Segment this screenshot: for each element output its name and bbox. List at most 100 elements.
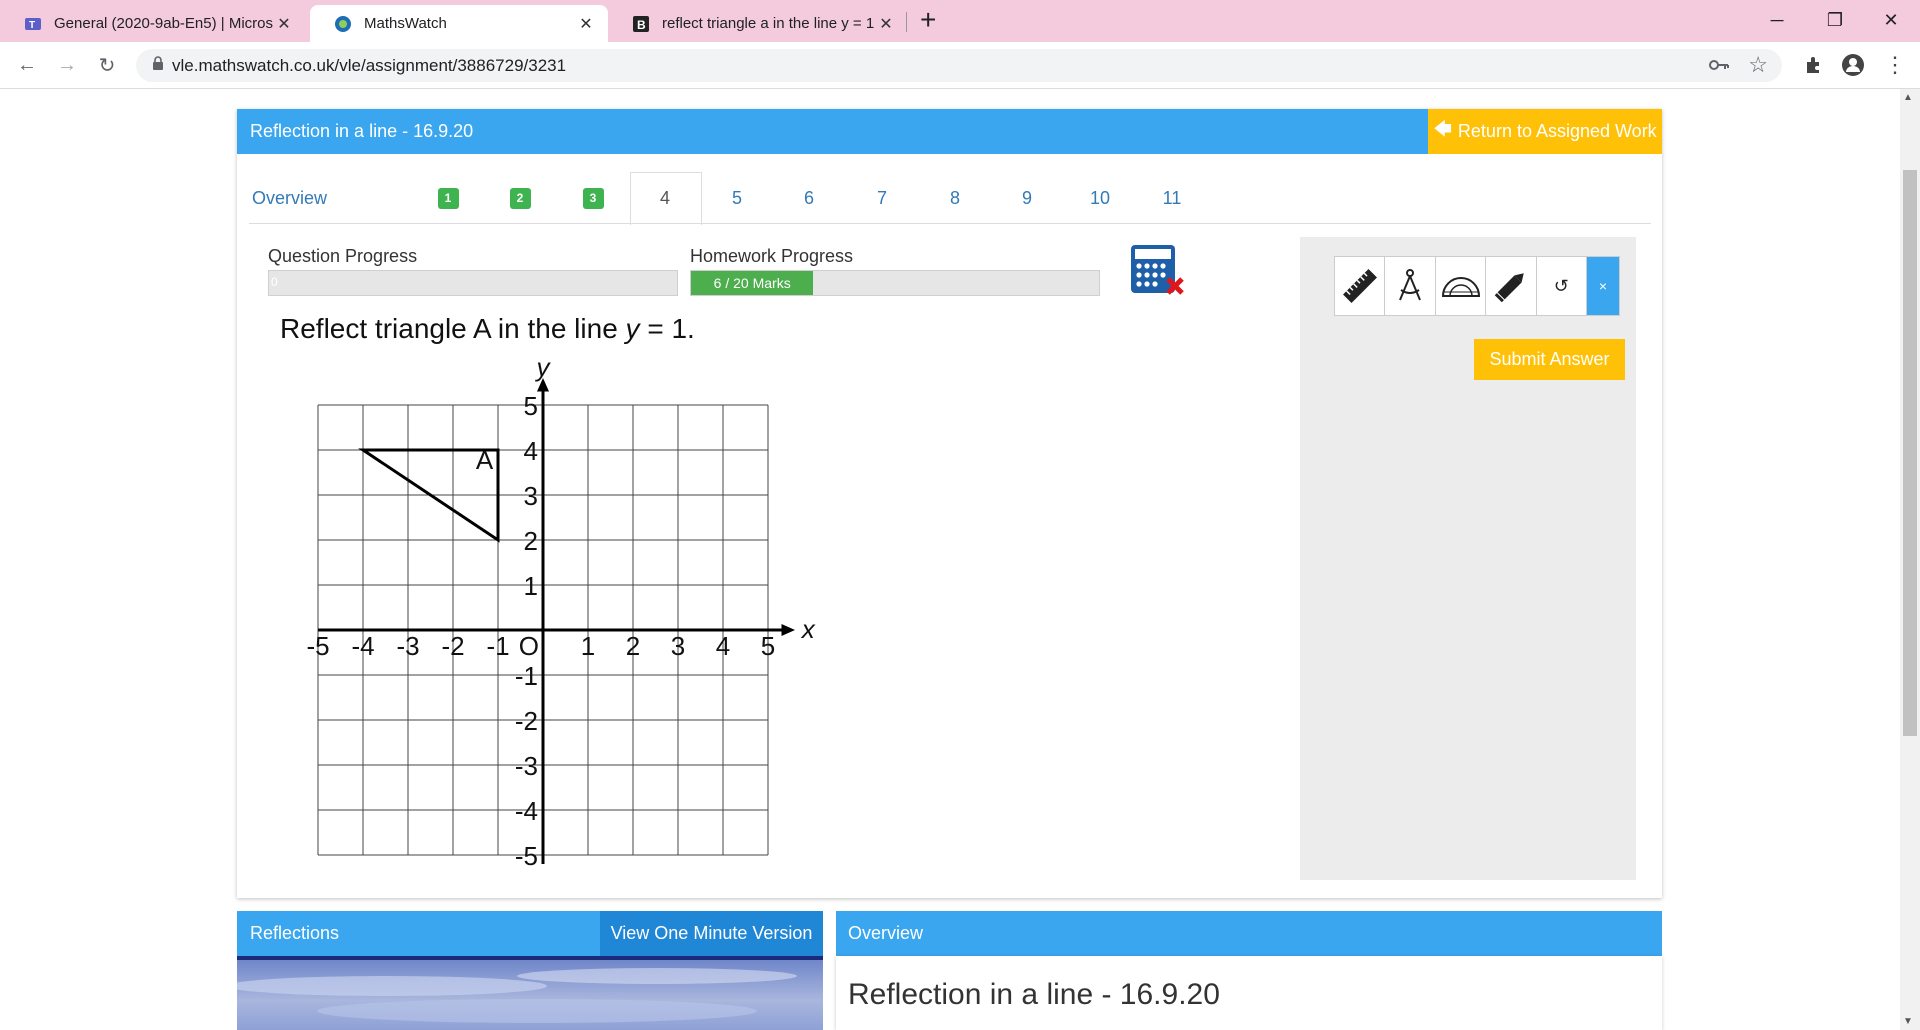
- tab-divider-line: [249, 223, 1651, 224]
- teams-icon: T: [24, 15, 42, 33]
- triangle-a: A: [358, 445, 500, 543]
- new-tab-button[interactable]: +: [920, 4, 936, 36]
- window-close-icon[interactable]: ✕: [1862, 0, 1920, 40]
- address-bar[interactable]: vle.mathswatch.co.uk/vle/assignment/3886…: [136, 49, 1782, 82]
- assignment-title: Reflection in a line - 16.9.20: [250, 121, 474, 141]
- y-tick-label: 5: [524, 391, 538, 421]
- x-tick-label: 2: [626, 631, 640, 661]
- pencil-icon[interactable]: [1486, 257, 1537, 315]
- return-to-assigned-work-button[interactable]: 🡄 Return to Assigned Work: [1428, 109, 1662, 154]
- x-tick-label: -5: [306, 631, 329, 661]
- scroll-up-icon[interactable]: ▲: [1903, 92, 1913, 103]
- done-badge: 3: [582, 187, 604, 209]
- y-tick-label: 3: [524, 481, 538, 511]
- x-tick-label: -3: [396, 631, 419, 661]
- tab-title: reflect triangle a in the line y = 1: [662, 15, 875, 32]
- url-text: vle.mathswatch.co.uk/vle/assignment/3886…: [172, 55, 567, 75]
- mathswatch-icon: [334, 15, 352, 33]
- drawing-toolbar: ↺ ×: [1334, 256, 1620, 316]
- key-icon[interactable]: [1708, 55, 1730, 80]
- reload-icon[interactable]: ↻: [92, 50, 122, 80]
- done-badge: 1: [437, 187, 459, 209]
- origin-label: O: [519, 631, 539, 661]
- browser-tab-teams[interactable]: T General (2020-9ab-En5) | Micros ✕: [0, 5, 306, 42]
- forward-icon[interactable]: →: [52, 50, 82, 80]
- back-icon[interactable]: ←: [12, 50, 42, 80]
- restore-icon[interactable]: ❐: [1806, 0, 1864, 40]
- tab-question-9[interactable]: 9: [1012, 178, 1042, 218]
- lock-icon: [152, 56, 164, 75]
- browser-tab-mathswatch[interactable]: MathsWatch ✕: [310, 5, 608, 42]
- return-label: Return to Assigned Work: [1457, 121, 1657, 141]
- drawing-tools-panel: [1300, 237, 1636, 880]
- scrollbar-thumb[interactable]: [1903, 170, 1917, 736]
- tab-question-6[interactable]: 6: [794, 178, 824, 218]
- y-tick-label: -2: [515, 706, 538, 736]
- homework-progress-bar: 6 / 20 Marks: [690, 270, 1100, 296]
- close-tab-icon[interactable]: ✕: [878, 14, 894, 34]
- protractor-icon[interactable]: [1436, 257, 1487, 315]
- browser-toolbar: ← → ↻ vle.mathswatch.co.uk/vle/assignmen…: [0, 42, 1920, 89]
- close-tab-icon[interactable]: ✕: [578, 14, 594, 34]
- tab-question-3[interactable]: 3: [578, 178, 608, 218]
- ruler-icon[interactable]: [1335, 257, 1386, 315]
- question-progress-value: 0: [271, 275, 278, 289]
- tab-question-4[interactable]: 4: [640, 178, 690, 218]
- browser-tab-strip: T General (2020-9ab-En5) | Micros ✕ Math…: [0, 0, 1920, 42]
- x-tick-label: -2: [441, 631, 464, 661]
- video-player[interactable]: [237, 956, 823, 1030]
- tab-question-5[interactable]: 5: [722, 178, 752, 218]
- tab-overview[interactable]: Overview: [252, 178, 336, 218]
- bing-icon: B: [632, 15, 650, 33]
- compass-icon[interactable]: [1385, 257, 1436, 315]
- x-tick-label: 4: [716, 631, 730, 661]
- bookmark-star-icon[interactable]: ☆: [1748, 52, 1768, 78]
- close-tools-button[interactable]: ×: [1587, 257, 1619, 315]
- homework-progress-fill: 6 / 20 Marks: [691, 271, 814, 295]
- y-tick-label: -4: [515, 796, 538, 826]
- scroll-down-icon[interactable]: ▼: [1903, 1016, 1913, 1027]
- question-prefix: Reflect triangle A in the line: [280, 313, 626, 344]
- tab-question-2[interactable]: 2: [505, 178, 535, 218]
- menu-kebab-icon[interactable]: ⋮: [1880, 50, 1910, 80]
- overview-header: [836, 911, 1662, 956]
- browser-tab-bing[interactable]: B reflect triangle a in the line y = 1 ✕: [608, 5, 908, 42]
- tick-labels: -5 -4 -3 -2 -1 1 2 3 4 5 5 4 3 2 1 -1 -2 -3 -4 -5 Ox y: [306, 355, 815, 871]
- extensions-icon[interactable]: [1798, 50, 1828, 80]
- tab-question-11[interactable]: 11: [1152, 178, 1192, 218]
- tab-question-1[interactable]: 1: [433, 178, 463, 218]
- close-tab-icon[interactable]: ✕: [276, 14, 292, 34]
- undo-icon[interactable]: ↺: [1537, 257, 1588, 315]
- question-suffix: = 1.: [639, 313, 695, 344]
- x-axis-arrow: [781, 624, 795, 636]
- arrow-left-icon: 🡄: [1433, 118, 1452, 139]
- svg-text:B: B: [637, 18, 646, 32]
- y-axis-label: y: [535, 355, 552, 382]
- profile-icon[interactable]: [1838, 50, 1868, 80]
- svg-text:T: T: [29, 20, 35, 31]
- y-tick-label: -5: [515, 841, 538, 871]
- tab-title: MathsWatch: [364, 15, 447, 32]
- x-axis-label: x: [800, 614, 816, 644]
- question-variable: y: [625, 313, 640, 344]
- minimize-icon[interactable]: ─: [1748, 0, 1806, 40]
- tab-divider: [906, 12, 907, 32]
- coordinate-grid[interactable]: -5 -4 -3 -2 -1 1 2 3 4 5 5 4 3 2 1 -1 -2 -3 -4 -5 Ox y A: [300, 355, 820, 875]
- question-text: Reflect triangle A in the line y = 1.: [280, 313, 695, 345]
- video-thumbnail: [237, 968, 797, 1023]
- submit-answer-button[interactable]: Submit Answer: [1474, 339, 1625, 380]
- y-tick-label: 2: [524, 526, 538, 556]
- x-tick-label: 5: [761, 631, 775, 661]
- tab-question-7[interactable]: 7: [867, 178, 897, 218]
- question-progress-bar: 0: [268, 270, 678, 296]
- tab-question-10[interactable]: 10: [1080, 178, 1120, 218]
- tab-question-8[interactable]: 8: [940, 178, 970, 218]
- homework-progress-label: Homework Progress: [690, 246, 854, 266]
- x-tick-label: 3: [671, 631, 685, 661]
- calculator-not-allowed-icon: [1130, 243, 1186, 302]
- reflections-title: Reflections: [250, 923, 340, 943]
- y-tick-label: -3: [515, 751, 538, 781]
- view-one-minute-version-button[interactable]: View One Minute Version: [600, 911, 823, 956]
- x-tick-label: -1: [486, 631, 509, 661]
- x-tick-label: -4: [351, 631, 374, 661]
